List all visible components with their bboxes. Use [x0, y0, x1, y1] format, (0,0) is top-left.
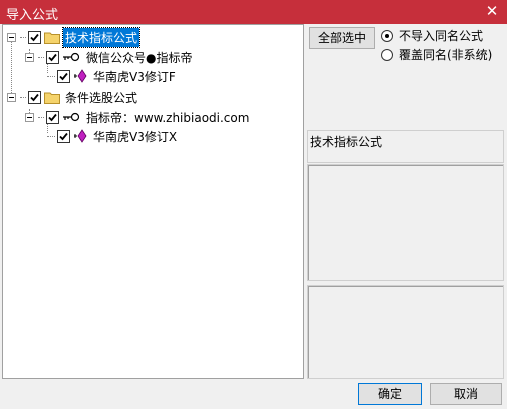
- checkmark-icon: [59, 72, 68, 80]
- checkmark-icon: [30, 93, 39, 101]
- key-icon: [63, 52, 80, 62]
- radio-label[interactable]: 覆盖同名(非系统): [399, 46, 492, 63]
- checkmark-icon: [59, 132, 68, 140]
- collapse-toggle-icon[interactable]: [7, 92, 16, 102]
- formula-tree[interactable]: 技术指标公式 微信公众号●指标帝 华南虎V3修订F 条件选股公式 指标帝：www…: [2, 24, 304, 379]
- radio-indicator[interactable]: [381, 29, 393, 42]
- collapse-toggle-icon[interactable]: [25, 112, 34, 122]
- formula-gem-icon: [74, 69, 87, 83]
- collapse-toggle-icon[interactable]: [7, 32, 16, 42]
- category-info-panel: 技术指标公式: [307, 130, 504, 163]
- checkmark-icon: [48, 113, 57, 121]
- checkmark-icon: [30, 33, 39, 41]
- checkmark-icon: [48, 53, 57, 61]
- tree-node-label[interactable]: 华南虎V3修订X: [91, 127, 179, 146]
- tree-node-label[interactable]: 微信公众号●指标帝: [84, 48, 194, 67]
- cancel-button[interactable]: 取消: [430, 383, 502, 405]
- tree-node-formula-x[interactable]: 华南虎V3修订X: [47, 126, 179, 146]
- radio-overwrite-duplicates[interactable]: 覆盖同名(非系统): [381, 46, 492, 63]
- tree-checkbox[interactable]: [46, 50, 59, 64]
- select-all-button[interactable]: 全部选中: [309, 27, 375, 49]
- window-title: 导入公式: [6, 8, 59, 23]
- tree-node-tech-formulas[interactable]: 技术指标公式: [7, 26, 141, 48]
- description-box: [307, 164, 504, 281]
- tree-node-label[interactable]: 条件选股公式: [63, 88, 139, 107]
- folder-icon: [44, 92, 60, 104]
- collapse-toggle-icon[interactable]: [25, 52, 34, 62]
- tree-node-label[interactable]: 指标帝：www.zhibiaodi.com: [84, 108, 251, 127]
- tree-checkbox[interactable]: [57, 69, 70, 83]
- tree-checkbox[interactable]: [46, 110, 59, 124]
- ok-button[interactable]: 确定: [358, 383, 422, 405]
- key-icon: [63, 112, 80, 122]
- radio-label[interactable]: 不导入同名公式: [399, 27, 483, 44]
- tree-checkbox[interactable]: [57, 129, 70, 143]
- tree-node-label[interactable]: 华南虎V3修订F: [91, 67, 178, 86]
- tree-node-zhibiaodi[interactable]: 指标帝：www.zhibiaodi.com: [25, 107, 251, 127]
- tree-checkbox[interactable]: [28, 90, 41, 104]
- tree-node-wechat[interactable]: 微信公众号●指标帝: [25, 47, 194, 67]
- tree-node-label[interactable]: 技术指标公式: [61, 26, 141, 48]
- tree-checkbox[interactable]: [28, 30, 41, 44]
- radio-indicator[interactable]: [381, 48, 393, 61]
- title-bar: 导入公式 ✕: [0, 0, 507, 24]
- radio-skip-duplicates[interactable]: 不导入同名公式: [381, 27, 483, 44]
- tree-node-stock-screening[interactable]: 条件选股公式: [7, 87, 139, 107]
- category-label: 技术指标公式: [310, 135, 383, 149]
- detail-box: [307, 285, 504, 379]
- tree-node-formula-f[interactable]: 华南虎V3修订F: [47, 66, 178, 86]
- close-icon[interactable]: ✕: [477, 0, 507, 24]
- folder-icon: [44, 32, 60, 44]
- formula-gem-icon: [74, 129, 87, 143]
